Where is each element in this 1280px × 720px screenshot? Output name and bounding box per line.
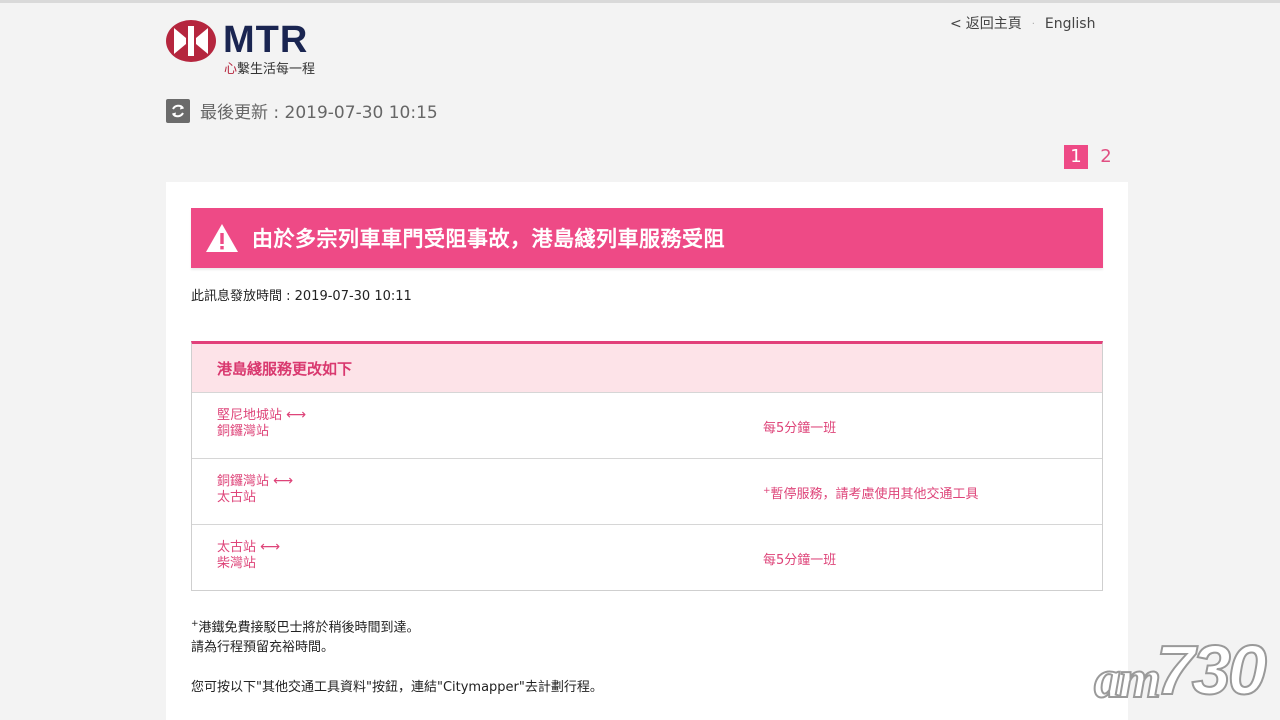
frequency-text: 暫停服務，請考慮使用其他交通工具 <box>770 487 979 502</box>
citymapper-instruction: 您可按以下"其他交通工具資料"按鈕，連結"Citymapper"去計劃行程。 <box>191 680 603 695</box>
to-station: 銅鑼灣站 <box>217 424 270 439</box>
language-english-link[interactable]: English <box>1045 16 1096 32</box>
page-1-button[interactable]: 1 <box>1064 145 1088 169</box>
warning-icon <box>206 224 238 252</box>
brand-tagline: 心繫生活每一程 <box>224 62 315 78</box>
tagline-heart: 心 <box>224 62 238 77</box>
last-updated-text: 最後更新 : 2019-07-30 10:15 <box>200 103 438 123</box>
watermark-number: 730 <box>1155 630 1268 710</box>
table-row: 堅尼地城站 ⟷ 銅鑼灣站 每5分鐘一班 <box>192 392 1102 458</box>
frequency-text: 每5分鐘一班 <box>763 553 837 568</box>
note-marker: + <box>763 486 771 496</box>
footnotes: +港鐵免費接駁巴士將於稍後時間到達。 請為行程預留充裕時間。 <box>191 614 420 658</box>
service-frequency: +暫停服務，請考慮使用其他交通工具 <box>763 483 979 502</box>
frequency-text: 每5分鐘一班 <box>763 421 837 436</box>
station-pair: 銅鑼灣站 ⟷ 太古站 <box>217 473 293 506</box>
chevron-left-icon: < <box>950 16 962 32</box>
watermark-prefix: am <box>1093 648 1162 710</box>
station-pair: 堅尼地城站 ⟷ 銅鑼灣站 <box>217 407 306 440</box>
bidirectional-arrow-icon: ⟷ <box>286 407 307 423</box>
bidirectional-arrow-icon: ⟷ <box>260 539 281 555</box>
refresh-icon[interactable] <box>166 98 190 123</box>
footnote-line-1: 港鐵免費接駁巴士將於稍後時間到達。 <box>198 620 420 636</box>
service-table-heading: 港島綫服務更改如下 <box>192 344 1102 392</box>
bidirectional-arrow-icon: ⟷ <box>273 473 294 489</box>
table-row: 銅鑼灣站 ⟷ 太古站 +暫停服務，請考慮使用其他交通工具 <box>192 458 1102 524</box>
from-station: 銅鑼灣站 <box>217 474 270 489</box>
from-station: 堅尼地城站 <box>217 408 283 423</box>
page-2-button[interactable]: 2 <box>1094 145 1118 169</box>
back-to-home-link[interactable]: < 返回主頁 <box>950 16 1022 32</box>
back-label: 返回主頁 <box>965 16 1022 32</box>
footnote-marker: + <box>191 619 199 629</box>
brand-name: MTR <box>223 19 309 61</box>
pagination: 1 2 <box>1064 145 1118 169</box>
mtr-logo[interactable]: MTR 心繫生活每一程 <box>166 18 336 80</box>
tagline-text: 繫生活每一程 <box>237 62 316 77</box>
issued-time: 此訊息發放時間 : 2019-07-30 10:11 <box>191 289 412 304</box>
service-alert-card: 由於多宗列車車門受阻事故，港島綫列車服務受阻 此訊息發放時間 : 2019-07… <box>166 182 1128 720</box>
to-station: 太古站 <box>217 490 257 505</box>
link-separator: · <box>1031 18 1035 30</box>
service-frequency: 每5分鐘一班 <box>763 549 836 568</box>
last-updated-bar: 最後更新 : 2019-07-30 10:15 <box>166 98 438 123</box>
from-station: 太古站 <box>217 540 257 555</box>
mtr-symbol-icon <box>166 20 216 62</box>
alert-banner: 由於多宗列車車門受阻事故，港島綫列車服務受阻 <box>191 208 1103 268</box>
to-station: 柴灣站 <box>217 556 257 571</box>
alert-title: 由於多宗列車車門受阻事故，港島綫列車服務受阻 <box>252 227 725 251</box>
top-border <box>0 0 1280 3</box>
service-frequency: 每5分鐘一班 <box>763 417 836 436</box>
station-pair: 太古站 ⟷ 柴灣站 <box>217 539 280 572</box>
header-links: < 返回主頁 · English <box>950 13 1095 33</box>
footnote-line-2: 請為行程預留充裕時間。 <box>191 640 335 656</box>
table-row: 太古站 ⟷ 柴灣站 每5分鐘一班 <box>192 524 1102 590</box>
am730-watermark: am 730 <box>1090 630 1268 710</box>
service-change-table: 港島綫服務更改如下 堅尼地城站 ⟷ 銅鑼灣站 每5分鐘一班 銅鑼灣站 ⟷ 太古站 +… <box>191 341 1103 591</box>
